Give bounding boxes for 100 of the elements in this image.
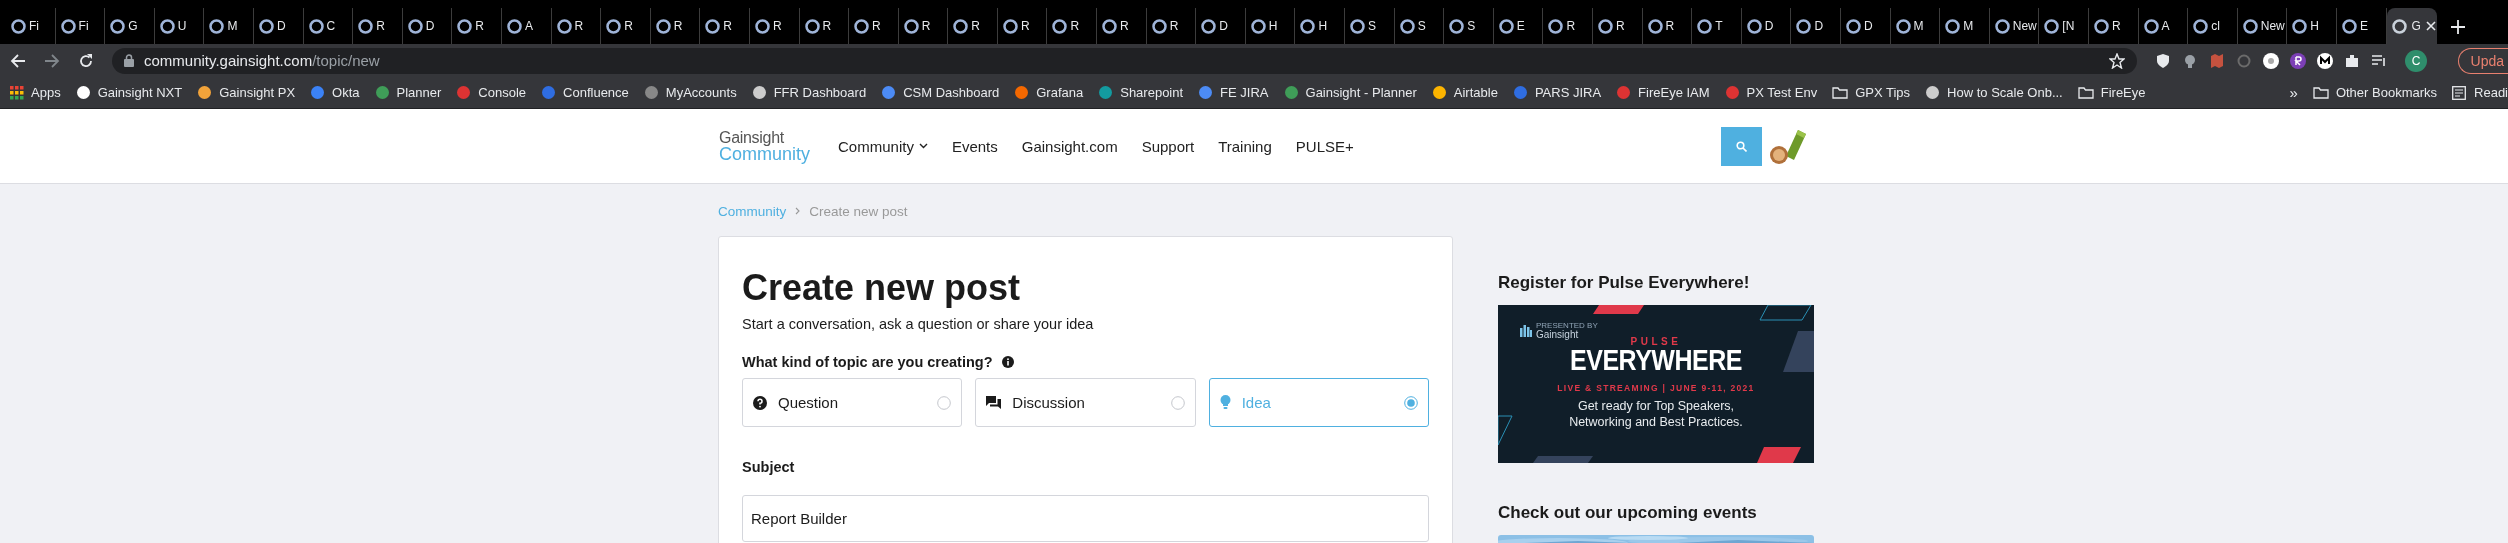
sidebar-heading: Check out our upcoming events [1498,503,1758,523]
puzzle-icon[interactable] [2344,52,2360,69]
bookmark[interactable]: Gainsight PX [197,85,296,100]
reading-list[interactable]: Readi [2452,85,2508,100]
favicon-icon [1647,18,1663,34]
bookmark[interactable]: Console [456,85,527,100]
favicon-icon [456,85,472,100]
nav-link[interactable]: Gainsight.com [1021,137,1118,155]
back-icon[interactable] [10,52,26,69]
bookmark[interactable]: Gainsight NXT [75,85,183,100]
lock-icon [124,54,134,67]
chat-bubbles-icon [986,395,1002,410]
bookmark[interactable]: MyAccounts [643,85,737,100]
bookmark[interactable]: Grafana [1014,85,1084,100]
radio-button[interactable] [937,395,952,410]
favicon-icon [1399,18,1415,34]
search-icon [1735,140,1747,152]
event-banner[interactable]: PRESENTED BY Gainsight PULSE EVERYWHERE LIVE & STREAMING | JUNE 9-11, 2021 Get ready for Top Speakers, Networking and Best Practices. [1498,305,1814,463]
favicon-icon [541,85,557,100]
favicon-icon [1925,85,1941,100]
favicon-icon [407,18,423,34]
bookmark[interactable]: GPX Tips [1832,85,1911,100]
reload-icon[interactable] [78,52,94,69]
m-icon[interactable] [2317,52,2333,69]
bookmark[interactable]: Airtable [1431,85,1498,100]
bookmark[interactable]: PX Test Env [1724,85,1818,100]
site-logo[interactable]: Gainsight Community [719,129,811,163]
favicon-icon [1845,18,1861,34]
topic-option[interactable]: Discussion [975,378,1196,427]
nav-link[interactable]: PULSE+ [1295,137,1354,155]
bookmark[interactable]: Planner [374,85,442,100]
playlist-icon[interactable] [2371,52,2387,69]
nav-link[interactable]: Training [1218,137,1272,155]
bookmark[interactable]: FireEye IAM [1616,85,1710,100]
apps-grid-icon [10,85,24,100]
sidebar-heading: Register for Pulse Everywhere! [1498,273,1751,293]
favicon-icon [2292,18,2308,34]
topic-option[interactable]: Question [742,378,963,427]
favicon-icon [358,18,374,34]
favicon-icon [1198,85,1214,100]
favicon-icon [1512,85,1528,100]
favicon-icon [75,85,91,100]
favicon-icon [854,18,870,34]
folder-icon [2312,86,2329,99]
bookmark[interactable]: FireEye [2077,85,2146,100]
chevron-right-icon [795,207,801,215]
nav-link[interactable]: Community [838,137,928,155]
favicon-icon [374,85,390,100]
field-label: Subject [742,459,796,475]
bookmark[interactable]: CSM Dashboard [881,85,1000,100]
nav-link[interactable]: Support [1141,137,1195,155]
bookmark-folder[interactable]: Other Bookmarks [2312,85,2438,100]
lightbulb-icon [1219,395,1231,410]
favicon-icon [258,18,274,34]
favicon-icon [1300,18,1316,34]
bookmark[interactable]: FFR Dashboard [751,85,867,100]
bookmark[interactable]: Gainsight - Planner [1283,85,1417,100]
favicon-icon [1616,85,1632,100]
favicon-icon [1796,18,1812,34]
address-bar[interactable]: community.gainsight.com/topic/new [112,47,2137,74]
favicon-icon [1098,85,1114,100]
favicon-icon [1449,18,1465,34]
favicon-icon [2143,18,2159,34]
bookmark[interactable]: Sharepoint [1098,85,1184,100]
profile-avatar[interactable]: C [2405,49,2427,72]
radio-button[interactable] [1404,395,1418,410]
favicon-icon [11,18,26,34]
nav-link[interactable]: Events [951,137,998,155]
bookmark[interactable]: Okta [310,85,360,100]
bookmark[interactable]: How to Scale Onb... [1925,85,2063,100]
bookmark[interactable]: PARS JIRA [1512,85,1602,100]
bookmark[interactable]: FE JIRA [1198,85,1269,100]
forward-icon[interactable] [44,52,60,69]
page-title: Create new post [742,270,1022,306]
favicon-icon [953,18,969,34]
browser-tab[interactable]: G [2386,8,2437,44]
folder-icon [1832,86,1849,99]
url-text: community.gainsight.com/topic/new [144,52,380,69]
favicon-icon [1498,18,1514,34]
bookmark[interactable]: Apps [10,85,61,100]
favicon-icon [197,85,213,100]
new-tab-icon[interactable] [2450,20,2465,34]
subject-field[interactable]: Report Builder [742,495,1429,542]
radio-button[interactable] [1170,395,1185,410]
favicon-icon [1598,18,1613,34]
bookmark[interactable]: Confluence [541,85,629,100]
favicon-icon [1895,18,1911,34]
favicon-icon [506,18,522,34]
r-icon[interactable] [2290,52,2306,69]
favicon-icon [2093,18,2109,34]
star-icon[interactable] [2109,52,2125,69]
favicon-icon [804,18,820,34]
map-icon[interactable] [2209,52,2225,69]
bookmarks-overflow[interactable]: » [2289,84,2298,101]
favicon-icon [1746,18,1762,34]
close-icon[interactable] [2425,21,2436,31]
bulb-icon[interactable] [2182,52,2198,69]
favicon-icon [110,18,126,34]
shield-icon[interactable] [2155,52,2171,69]
favicon-icon [643,85,659,100]
